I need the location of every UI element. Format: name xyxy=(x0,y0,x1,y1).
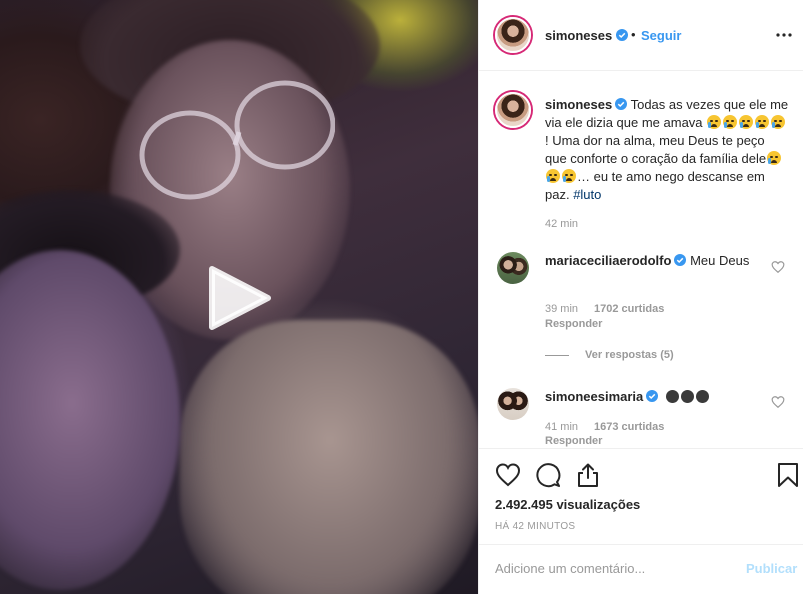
heart-icon[interactable] xyxy=(495,462,521,488)
hashtag-link[interactable]: #luto xyxy=(573,187,601,202)
comments-list[interactable]: simoneses Todas as vezes que ele me via … xyxy=(479,72,803,448)
comment-likes[interactable]: 1673 curtidas xyxy=(594,421,664,433)
caption-timestamp: 42 min xyxy=(545,218,579,230)
comment-text: simoneesimaria xyxy=(545,388,769,406)
crying-emoji-icon xyxy=(546,169,560,183)
crying-emoji-icon xyxy=(767,151,782,165)
replies-divider-line xyxy=(545,354,569,356)
caption-author-username[interactable]: simoneses xyxy=(545,97,612,112)
comment-body: Meu Deus xyxy=(690,253,750,268)
instagram-post: simoneses • Seguir simoneses Todas as ve… xyxy=(0,0,803,594)
crying-emoji-icon xyxy=(707,115,722,129)
comment-bubble-icon[interactable] xyxy=(535,462,561,488)
post-timestamp: HÁ 42 MINUTOS xyxy=(495,521,576,532)
verified-badge-icon xyxy=(674,254,687,266)
caption-author-avatar[interactable] xyxy=(495,92,531,128)
comment-likes[interactable]: 1702 curtidas xyxy=(594,303,664,315)
caption-part-2: ! Uma dor na alma, meu Deus te peço que … xyxy=(545,133,767,166)
crying-emoji-icon xyxy=(723,115,738,129)
comment-like-heart-icon[interactable] xyxy=(771,395,785,409)
comment-like-heart-icon[interactable] xyxy=(771,260,785,274)
post-details-panel: simoneses • Seguir simoneses Todas as ve… xyxy=(478,0,803,594)
commenter-username[interactable]: simoneesimaria xyxy=(545,389,643,404)
share-icon[interactable] xyxy=(575,462,601,488)
reply-button[interactable]: Responder xyxy=(545,435,602,447)
more-options-icon[interactable] xyxy=(775,26,793,44)
black-circle-emoji-icon xyxy=(680,390,694,403)
post-header: simoneses • Seguir xyxy=(479,0,803,71)
black-circle-emoji-icon xyxy=(665,390,679,403)
commenter-avatar[interactable] xyxy=(497,252,529,284)
crying-emoji-icon xyxy=(739,115,754,129)
publish-button[interactable]: Publicar xyxy=(746,561,797,576)
post-video[interactable] xyxy=(0,0,478,594)
verified-badge-icon xyxy=(615,98,628,110)
crying-emoji-icon xyxy=(771,115,786,129)
verified-badge-icon xyxy=(616,29,628,41)
author-avatar[interactable] xyxy=(495,17,531,53)
reply-button[interactable]: Responder xyxy=(545,318,602,330)
comment-timestamp: 41 min xyxy=(545,421,579,433)
follow-button[interactable]: Seguir xyxy=(641,28,681,43)
caption-text: simoneses Todas as vezes que ele me via … xyxy=(545,96,789,204)
post-actions: 2.492.495 visualizações HÁ 42 MINUTOS xyxy=(479,448,803,544)
commenter-avatar[interactable] xyxy=(497,388,529,420)
crying-emoji-icon xyxy=(755,115,770,129)
comment-meta: 39 min 1702 curtidas xyxy=(545,303,680,315)
comment-text: maria​ceciliaerodolfo Meu Deus xyxy=(545,252,769,270)
header-separator: • xyxy=(631,27,636,42)
video-scene-shirt xyxy=(180,320,478,594)
comment-input[interactable] xyxy=(495,561,725,576)
comment-timestamp: 39 min xyxy=(545,303,579,315)
play-icon[interactable] xyxy=(208,265,272,331)
video-scene-glasses xyxy=(139,80,335,200)
bookmark-icon[interactable] xyxy=(775,462,801,488)
author-username[interactable]: simoneses xyxy=(545,28,612,43)
crying-emoji-icon xyxy=(562,169,576,183)
commenter-username[interactable]: maria​ceciliaerodolfo xyxy=(545,253,671,268)
verified-badge-icon xyxy=(646,390,659,402)
view-replies-label: Ver respostas (5) xyxy=(585,349,674,361)
view-count[interactable]: 2.492.495 visualizações xyxy=(495,497,640,512)
black-circle-emoji-icon xyxy=(695,390,709,403)
add-comment-bar: Publicar xyxy=(479,544,803,594)
view-replies-button[interactable]: Ver respostas (5) xyxy=(545,349,674,361)
comment-meta: 41 min 1673 curtidas xyxy=(545,421,680,433)
